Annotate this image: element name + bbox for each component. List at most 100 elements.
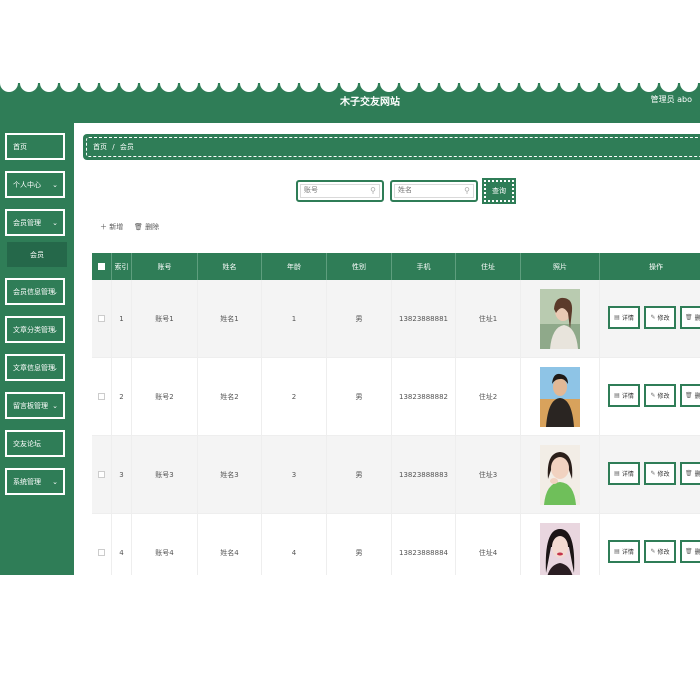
cell-account: 账号2 — [132, 358, 198, 435]
cell-phone: 13823888882 — [392, 358, 456, 435]
row-checkbox[interactable] — [98, 315, 105, 322]
sidebar-item-label: 会员信息管理 — [13, 287, 55, 296]
sidebar-item-label: 首页 — [13, 142, 27, 151]
sidebar-item-article-info[interactable]: 文章信息管理 ⌄ — [5, 354, 65, 381]
delete-button[interactable]: 🗑 删 — [680, 540, 700, 563]
cell-name: 姓名3 — [198, 436, 262, 513]
cell-index: 4 — [112, 514, 132, 575]
row-checkbox[interactable] — [98, 471, 105, 478]
member-photo — [540, 288, 580, 349]
cell-account: 账号4 — [132, 514, 198, 575]
add-button-label: 新增 — [109, 223, 124, 231]
delete-button[interactable]: 🗑 删 — [680, 384, 700, 407]
detail-button[interactable]: ▤ 详情 — [608, 540, 640, 563]
sidebar-item-message-board[interactable]: 留言板管理 ⌄ — [5, 392, 65, 419]
chevron-down-icon: ⌄ — [52, 326, 58, 334]
cell-photo — [521, 280, 600, 357]
sidebar: 首页 个人中心 ⌄ 会员管理 ⌄ 会员 会员信息管理 ⌄ 文章分类管理 ⌄ 文章… — [0, 123, 74, 575]
document-icon: ▤ — [614, 470, 620, 477]
row-checkbox-cell[interactable] — [92, 280, 112, 357]
cell-actions: ▤ 详情 ✎ 修改 🗑 删 — [600, 436, 700, 513]
detail-button[interactable]: ▤ 详情 — [608, 462, 640, 485]
table-row: 4 账号4 姓名4 4 男 13823888884 住址4 ▤ 详情 ✎ 修改 … — [92, 514, 700, 575]
add-button[interactable]: ＋ 新增 — [100, 222, 123, 232]
admin-user-label[interactable]: 管理员 abo — [651, 94, 692, 105]
name-search-input[interactable] — [398, 186, 458, 194]
header-index: 索引 — [112, 253, 132, 280]
batch-delete-label: 删除 — [145, 223, 160, 231]
edit-button[interactable]: ✎ 修改 — [644, 384, 676, 407]
chevron-down-icon: ⌄ — [52, 478, 58, 486]
detail-button[interactable]: ▤ 详情 — [608, 384, 640, 407]
row-checkbox[interactable] — [98, 393, 105, 400]
row-checkbox[interactable] — [98, 549, 105, 556]
cell-gender: 男 — [327, 280, 392, 357]
table-header: 索引 账号 姓名 年龄 性别 手机 住址 照片 操作 — [92, 253, 700, 280]
account-search-input[interactable] — [304, 186, 364, 194]
header-gender: 性别 — [327, 253, 392, 280]
sidebar-item-system-management[interactable]: 系统管理 ⌄ — [5, 468, 65, 495]
detail-button[interactable]: ▤ 详情 — [608, 306, 640, 329]
header-account: 账号 — [132, 253, 198, 280]
edit-button[interactable]: ✎ 修改 — [644, 540, 676, 563]
sidebar-item-label: 个人中心 — [13, 180, 41, 189]
chevron-down-icon: ⌄ — [52, 219, 58, 227]
chevron-down-icon: ⌄ — [52, 364, 58, 372]
cell-name: 姓名1 — [198, 280, 262, 357]
delete-button[interactable]: 🗑 删 — [680, 306, 700, 329]
account-search-field[interactable]: ⚲ — [296, 180, 384, 202]
batch-delete-button[interactable]: 🗑 删除 — [134, 222, 159, 232]
row-checkbox-cell[interactable] — [92, 436, 112, 513]
cell-age: 1 — [262, 280, 327, 357]
sidebar-item-personal-center[interactable]: 个人中心 ⌄ — [5, 171, 65, 198]
pencil-icon: ✎ — [650, 392, 656, 399]
table-row: 1 账号1 姓名1 1 男 13823888881 住址1 ▤详情 ✎修改 — [92, 280, 700, 358]
detail-label: 详情 — [621, 315, 634, 322]
sidebar-subitem-member[interactable]: 会员 — [7, 242, 67, 267]
cell-index: 2 — [112, 358, 132, 435]
edit-button[interactable]: ✎ 修改 — [644, 462, 676, 485]
sidebar-item-member-info[interactable]: 会员信息管理 ⌄ — [5, 278, 65, 305]
query-button[interactable]: 查询 — [482, 178, 516, 204]
trash-icon: 🗑 — [685, 548, 693, 555]
name-search-field[interactable]: ⚲ — [390, 180, 478, 202]
cell-name: 姓名4 — [198, 514, 262, 575]
edit-button[interactable]: ✎ 修改 — [644, 306, 676, 329]
cell-gender: 男 — [327, 436, 392, 513]
cell-phone: 13823888884 — [392, 514, 456, 575]
member-photo — [540, 522, 580, 575]
sidebar-item-label: 会员管理 — [13, 218, 41, 227]
sidebar-item-article-category[interactable]: 文章分类管理 ⌄ — [5, 316, 65, 343]
table-row: 3 账号3 姓名3 3 男 13823888883 住址3 ▤ 详情 ✎ 修改 … — [92, 436, 700, 514]
row-checkbox-cell[interactable] — [92, 514, 112, 575]
header-photo: 照片 — [521, 253, 600, 280]
delete-label: 删 — [694, 315, 700, 322]
header-age: 年龄 — [262, 253, 327, 280]
cell-gender: 男 — [327, 358, 392, 435]
cell-index: 1 — [112, 280, 132, 357]
sidebar-item-forum[interactable]: 交友论坛 — [5, 430, 65, 457]
breadcrumb-home[interactable]: 首页 — [93, 143, 107, 151]
cell-gender: 男 — [327, 514, 392, 575]
header-actions: 操作 — [649, 262, 663, 271]
chevron-down-icon: ⌄ — [52, 181, 58, 189]
header-select-all[interactable] — [92, 253, 112, 280]
sidebar-item-home[interactable]: 首页 — [5, 133, 65, 160]
sidebar-item-label: 文章信息管理 — [13, 363, 55, 372]
delete-label: 删 — [694, 393, 700, 400]
cell-photo — [521, 358, 600, 435]
member-photo — [540, 366, 580, 427]
edit-label: 修改 — [657, 471, 670, 478]
sidebar-item-member-management[interactable]: 会员管理 ⌄ — [5, 209, 65, 236]
site-title: 木子交友网站 — [340, 97, 400, 108]
cell-address: 住址4 — [456, 514, 521, 575]
delete-button[interactable]: 🗑 删 — [680, 462, 700, 485]
edit-label: 修改 — [657, 393, 670, 400]
select-all-checkbox[interactable] — [98, 263, 105, 270]
trash-icon: 🗑 — [685, 392, 693, 399]
cell-actions: ▤ 详情 ✎ 修改 🗑 删 — [600, 358, 700, 435]
header-address: 住址 — [456, 253, 521, 280]
row-checkbox-cell[interactable] — [92, 358, 112, 435]
breadcrumb-separator: / — [112, 143, 115, 151]
table-row: 2 账号2 姓名2 2 男 13823888882 住址2 ▤详情 ✎修改 — [92, 358, 700, 436]
